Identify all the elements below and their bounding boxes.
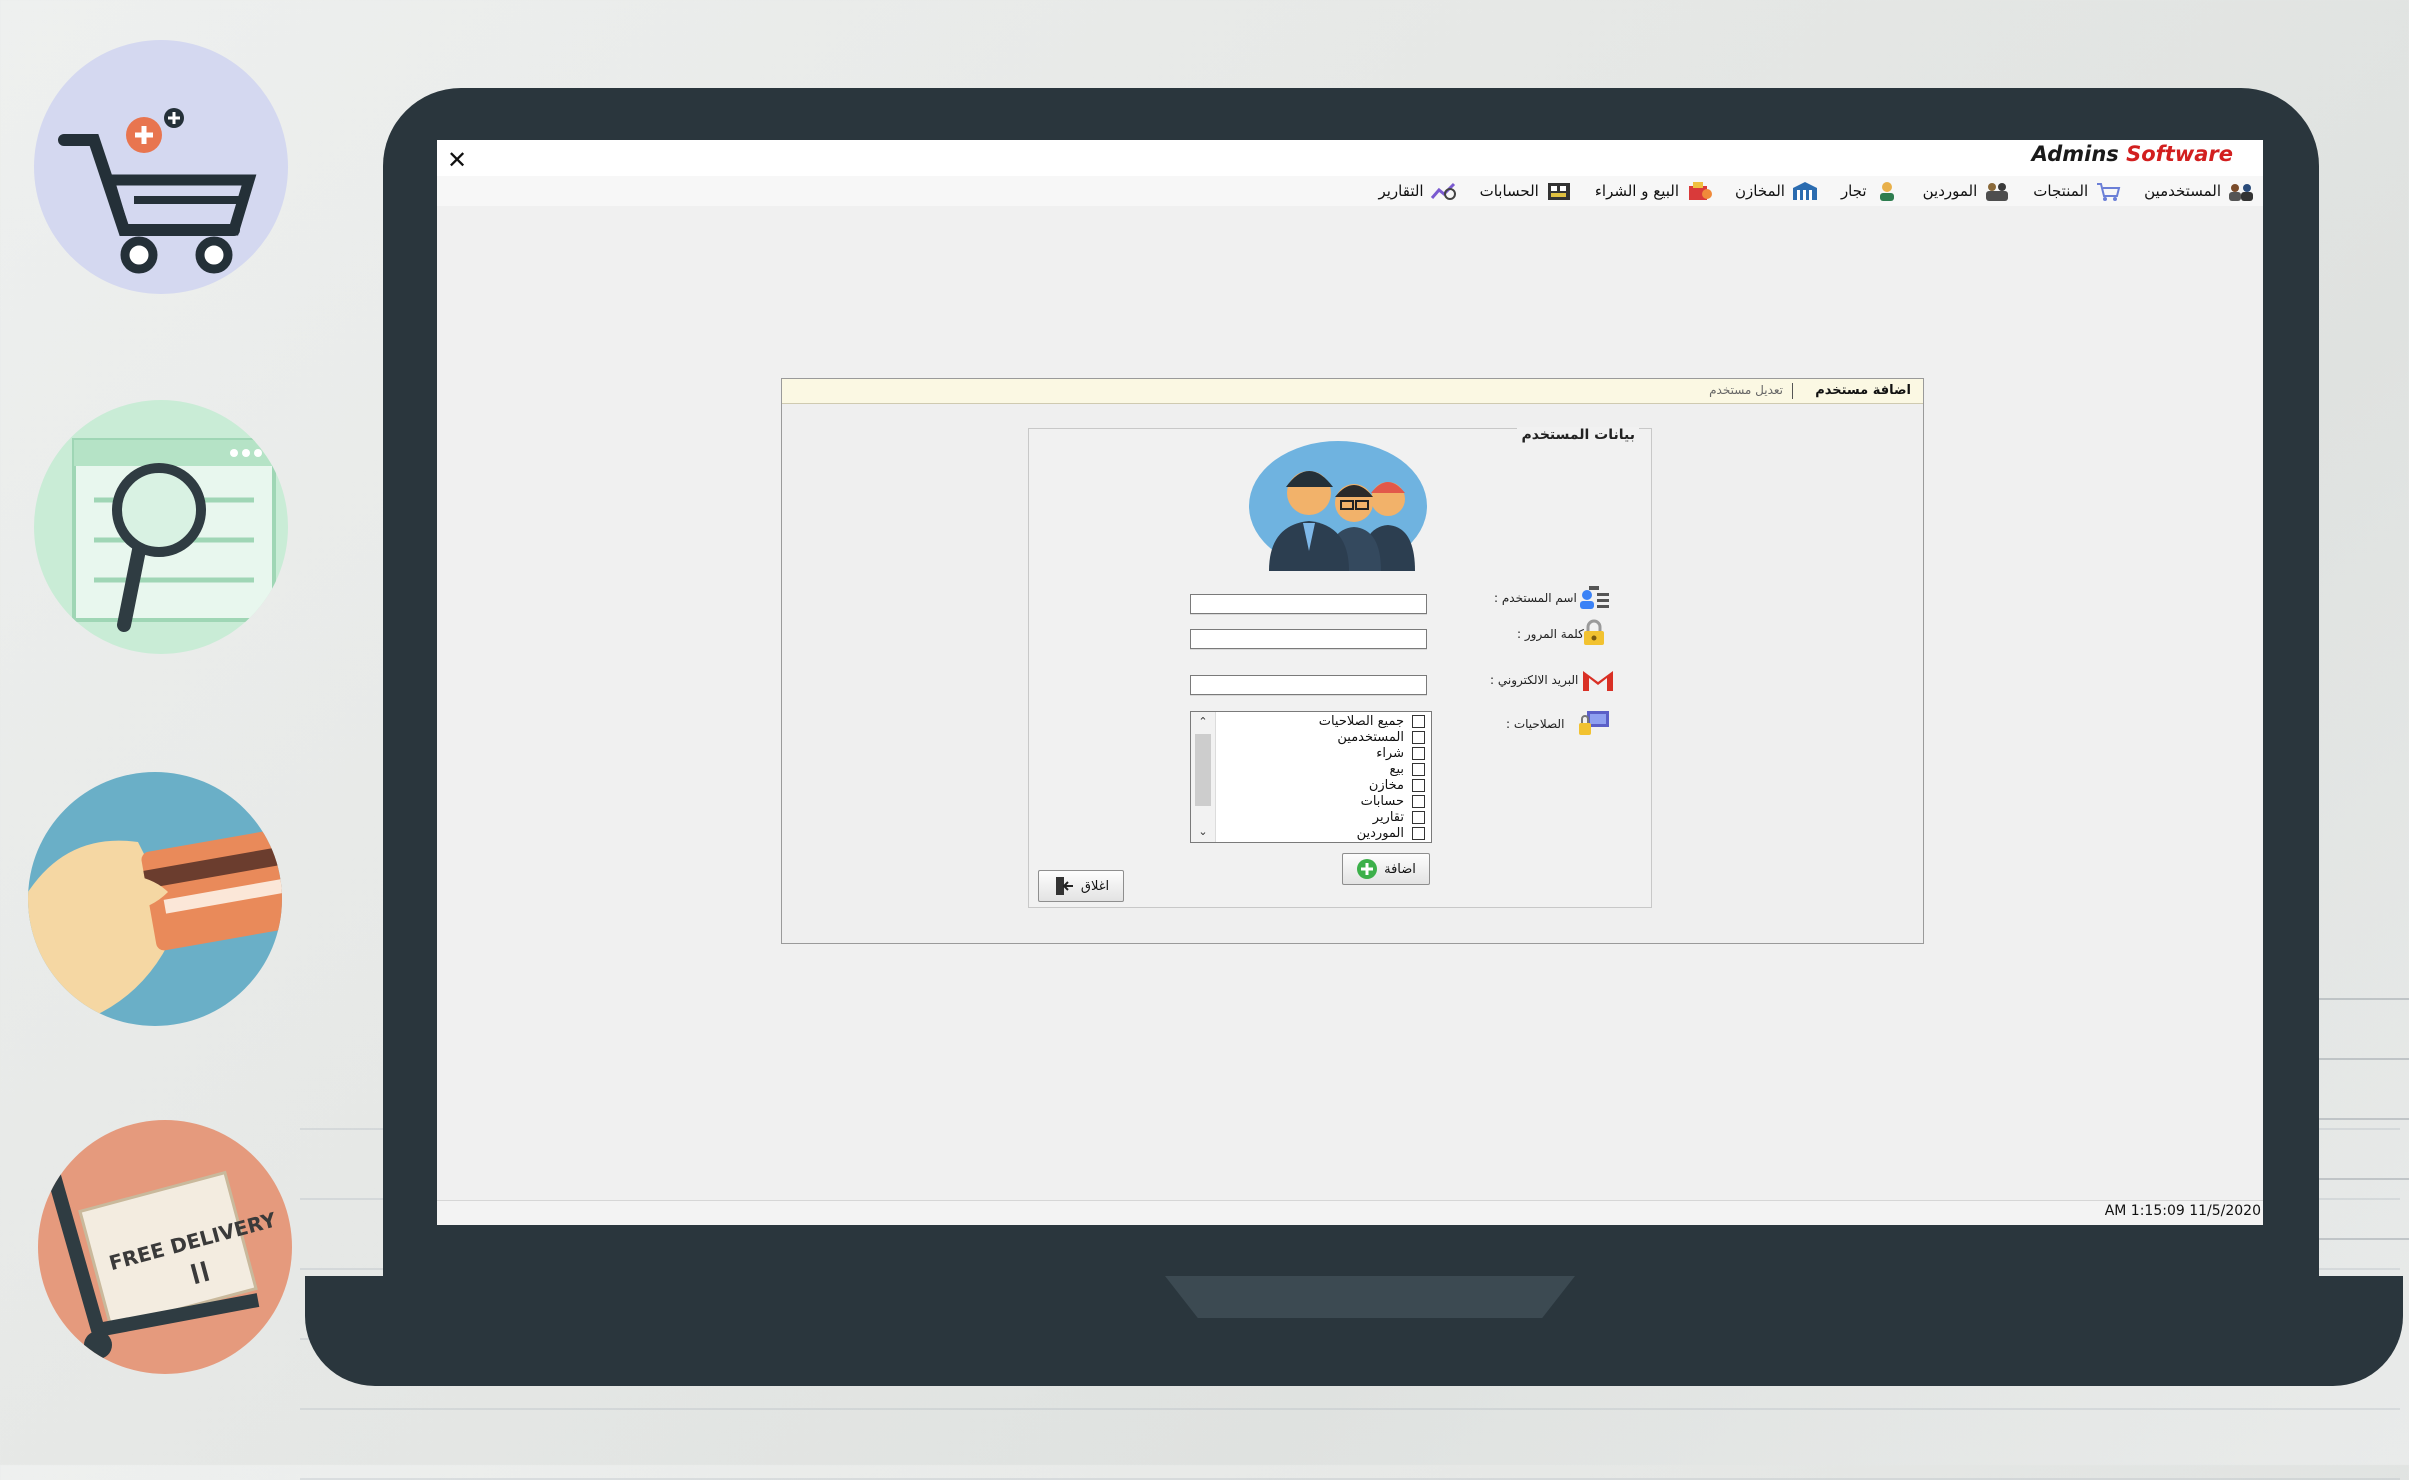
permission-item[interactable]: تقارير xyxy=(1373,809,1425,825)
menu-label: تجار xyxy=(1840,182,1867,200)
reports-icon xyxy=(1430,182,1456,200)
user-data-group: بيانات المستخدم اسم المستخدم : كلمة المر… xyxy=(1028,427,1652,908)
suppliers-icon xyxy=(1986,183,2009,201)
permission-label: جميع الصلاحيات xyxy=(1318,713,1404,729)
checklist-scrollbar[interactable]: ⌃ ⌄ xyxy=(1191,712,1216,842)
menu-item-warehouses[interactable]: المخازن xyxy=(1727,178,1827,204)
menu-label: المخازن xyxy=(1735,182,1785,200)
menu-item-users[interactable]: المستخدمين xyxy=(2136,178,2263,204)
permission-checkbox[interactable] xyxy=(1412,778,1425,792)
menu-label: الموردين xyxy=(1922,182,1978,200)
permission-checkbox[interactable] xyxy=(1412,794,1425,808)
menu-label: المنتجات xyxy=(2033,182,2089,200)
menu-item-sales-purchases[interactable]: البيع و الشراء xyxy=(1587,178,1721,204)
permission-label: المستخدمين xyxy=(1337,729,1404,745)
email-label: البريد الالكتروني : xyxy=(1490,673,1579,687)
permission-label: بيع xyxy=(1389,761,1404,777)
app-window: ✕ Admins Software المستخدمين المنتجات ال… xyxy=(437,140,2263,1225)
credit-card-feature-icon xyxy=(28,772,282,1026)
permission-checkbox[interactable] xyxy=(1412,826,1425,840)
close-window-button[interactable]: ✕ xyxy=(443,146,471,174)
users-avatar-icon xyxy=(1249,441,1427,571)
user-card-icon xyxy=(1580,586,1609,609)
close-button-label: اغلاق xyxy=(1080,878,1110,894)
permission-item[interactable]: الموردين xyxy=(1357,825,1425,841)
username-label: اسم المستخدم : xyxy=(1494,591,1577,605)
permission-label: حسابات xyxy=(1360,793,1404,809)
permission-checkbox[interactable] xyxy=(1412,714,1425,728)
accounts-icon xyxy=(1547,183,1570,200)
chevron-up-icon[interactable]: ⌃ xyxy=(1196,716,1210,728)
main-menu: المستخدمين المنتجات الموردين تجار المخاز… xyxy=(437,176,2263,206)
permission-label: مخازن xyxy=(1368,777,1404,793)
status-clock: AM 1:15:09 11/5/2020 xyxy=(2104,1203,2261,1219)
gmail-icon xyxy=(1583,671,1613,691)
permission-item[interactable]: بيع xyxy=(1390,761,1425,777)
menu-label: التقارير xyxy=(1378,182,1424,200)
cart-icon xyxy=(2097,183,2121,201)
menu-item-accounts[interactable]: الحسابات xyxy=(1472,178,1581,204)
brand-logo: Admins Software xyxy=(2032,142,2233,166)
brand-name-part1: Admins xyxy=(2031,142,2119,166)
search-feature-icon xyxy=(34,400,288,654)
cart-feature-icon xyxy=(34,40,288,294)
menu-item-merchants[interactable]: تجار xyxy=(1833,178,1909,204)
status-bar: AM 1:15:09 11/5/2020 xyxy=(437,1200,2263,1225)
permission-checkbox[interactable] xyxy=(1412,746,1425,760)
permission-label: الموردين xyxy=(1356,825,1404,841)
dialog-tabs: اضافة مستخدم تعديل مستخدم xyxy=(782,379,1923,404)
permission-label: شراء xyxy=(1376,745,1404,761)
users-group-icon xyxy=(2229,184,2253,201)
email-input[interactable] xyxy=(1190,675,1427,695)
warehouse-icon xyxy=(1792,182,1817,200)
menu-label: الحسابات xyxy=(1479,182,1539,200)
tab-separator xyxy=(1792,383,1793,399)
add-user-button[interactable]: اضافة xyxy=(1342,853,1430,885)
permission-checkbox[interactable] xyxy=(1412,810,1425,824)
permissions-icon xyxy=(1579,711,1609,735)
permissions-label: الصلاحيات : xyxy=(1506,717,1565,731)
permission-item[interactable]: شراء xyxy=(1376,745,1425,761)
permission-checkbox[interactable] xyxy=(1412,762,1425,776)
permission-item[interactable]: مخازن xyxy=(1369,777,1425,793)
password-label: كلمة المرور : xyxy=(1517,627,1584,641)
scrollbar-thumb[interactable] xyxy=(1195,734,1211,806)
permission-item[interactable]: جميع الصلاحيات xyxy=(1319,713,1425,729)
permissions-checklist[interactable]: ⌃ ⌄ جميع الصلاحيات المستخدمين شراء بيع م… xyxy=(1190,711,1432,843)
permission-item[interactable]: حسابات xyxy=(1361,793,1425,809)
permission-label: تقارير xyxy=(1372,809,1404,825)
tab-add-user[interactable]: اضافة مستخدم xyxy=(1809,381,1917,400)
exit-door-icon xyxy=(1055,877,1073,895)
permission-checkbox[interactable] xyxy=(1412,730,1425,744)
laptop-notch xyxy=(1165,1276,1575,1318)
user-dialog: اضافة مستخدم تعديل مستخدم بيانات المستخد… xyxy=(781,378,1924,944)
tab-edit-user[interactable]: تعديل مستخدم xyxy=(1703,381,1789,399)
username-input[interactable] xyxy=(1190,594,1427,614)
chevron-down-icon[interactable]: ⌄ xyxy=(1196,826,1210,838)
menu-item-suppliers[interactable]: الموردين xyxy=(1915,178,2020,204)
permission-item[interactable]: المستخدمين xyxy=(1337,729,1425,745)
free-delivery-feature-icon: FREE DELIVERY xyxy=(38,1120,292,1374)
sales-icon xyxy=(1689,182,1713,200)
plus-circle-icon xyxy=(1357,859,1378,879)
menu-label: البيع و الشراء xyxy=(1594,182,1680,200)
password-input[interactable] xyxy=(1190,629,1427,649)
menu-item-reports[interactable]: التقارير xyxy=(1370,178,1465,204)
title-bar: ✕ Admins Software xyxy=(437,140,2263,178)
close-dialog-button[interactable]: اغلاق xyxy=(1038,870,1124,902)
add-button-label: اضافة xyxy=(1384,861,1416,877)
menu-item-products[interactable]: المنتجات xyxy=(2025,178,2130,204)
menu-label: المستخدمين xyxy=(2144,182,2221,200)
brand-name-part2: Software xyxy=(2126,142,2233,166)
group-title: بيانات المستخدم xyxy=(1517,427,1639,443)
merchant-icon xyxy=(1879,182,1894,201)
